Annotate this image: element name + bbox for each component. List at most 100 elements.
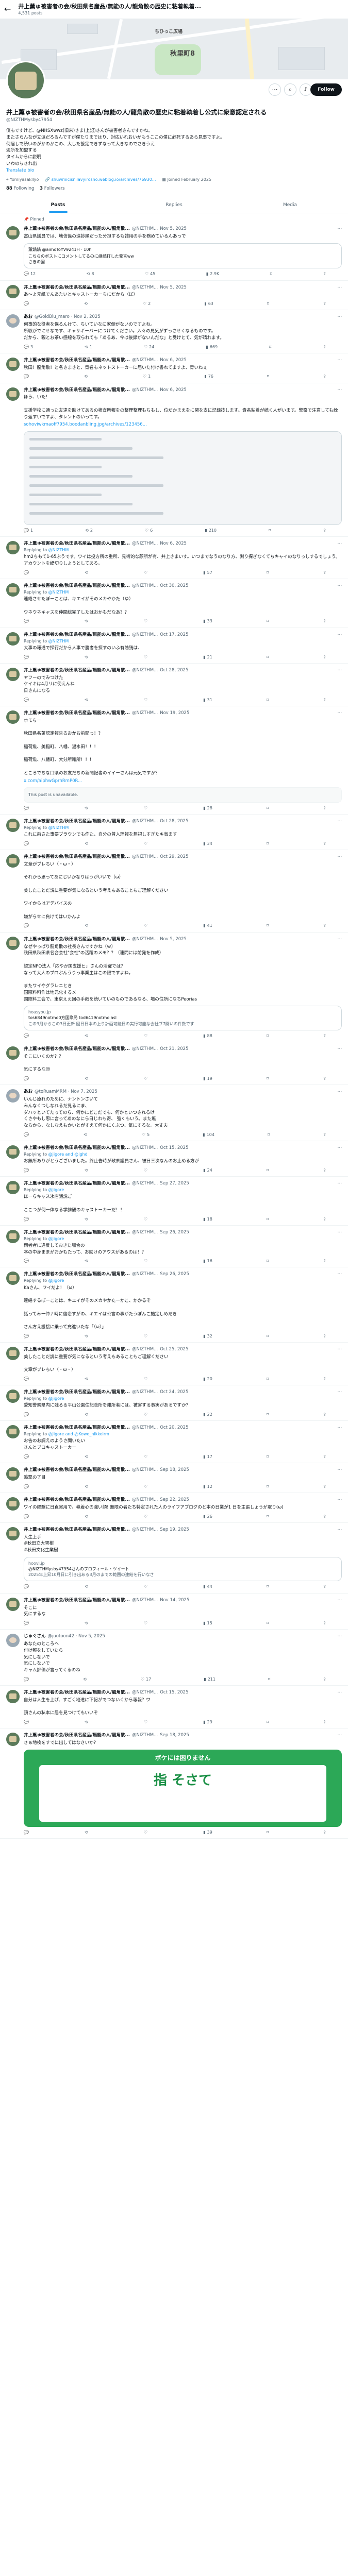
tweet[interactable]: 井上薫ゅ被害者の会/秋田県名産品/無能の人/龍角散... @NIZTHM... Oc… bbox=[0, 579, 348, 628]
tweet[interactable]: 井上薫ゅ被害者の会/秋田県名産品/無能の人/龍角散... @NIZTHM... No… bbox=[0, 353, 348, 383]
more-icon[interactable]: ⋯ bbox=[338, 819, 342, 825]
avatar[interactable] bbox=[6, 1690, 20, 1704]
tweet-author-name[interactable]: 井上薫ゅ被害者の会/秋田県名産品/無能の人/龍角散... bbox=[24, 1425, 130, 1431]
avatar[interactable] bbox=[6, 1389, 20, 1403]
tweet-timestamp[interactable]: Nov 5, 2025 bbox=[160, 285, 187, 291]
avatar[interactable] bbox=[6, 1089, 20, 1103]
views-button[interactable]: ▮ 17 bbox=[203, 1454, 212, 1460]
like-button[interactable]: ♡ 17 bbox=[141, 1676, 151, 1682]
tweet-author-name[interactable]: 井上薫ゅ被害者の会/秋田県名産品/無能の人/龍角散... bbox=[24, 937, 130, 943]
tweet-author-name[interactable]: 井上薫ゅ被害者の会/秋田県名産品/無能の人/龍角散... bbox=[24, 583, 130, 589]
reply-to-handle[interactable]: @NIZTHM bbox=[48, 639, 69, 643]
tweet-timestamp[interactable]: Nov 6, 2025 bbox=[160, 358, 187, 364]
tweet-author-name[interactable]: 井上薫ゅ被害者の会/秋田県名産品/無能の人/龍角散... bbox=[24, 1467, 130, 1473]
tweet[interactable]: じゅぐさん @juotoon42 · Nov 5, 2025 ⋯ あなたのところへ 付… bbox=[0, 1630, 348, 1686]
reply-button[interactable]: 💬 bbox=[24, 1216, 30, 1222]
repost-button[interactable]: ⟲ bbox=[85, 1376, 90, 1382]
reply-to-handle[interactable]: @jigore bbox=[48, 1396, 64, 1401]
reply-to-handle[interactable]: @NIZTHM bbox=[48, 590, 69, 595]
avatar[interactable] bbox=[6, 1346, 20, 1360]
more-icon[interactable]: ⋯ bbox=[338, 358, 342, 364]
bookmark-icon[interactable]: ⌑ bbox=[267, 1258, 269, 1264]
reply-button[interactable]: 💬 1 bbox=[24, 528, 33, 533]
more-icon[interactable]: ⋯ bbox=[338, 1497, 342, 1503]
tweet-author-name[interactable]: 井上薫ゅ被害者の会/秋田県名産品/無能の人/龍角散... bbox=[24, 1598, 130, 1604]
avatar[interactable] bbox=[6, 1497, 20, 1511]
more-icon[interactable]: ⋯ bbox=[338, 1598, 342, 1604]
tweet-timestamp[interactable]: Oct 17, 2025 bbox=[160, 632, 188, 638]
more-icon[interactable]: ⋯ bbox=[338, 632, 342, 638]
tweet[interactable]: 井上薫ゅ被害者の会/秋田県名産品/無能の人/龍角散... @NIZTHM... Oc… bbox=[0, 1042, 348, 1086]
avatar[interactable] bbox=[6, 284, 20, 298]
tweet-author-name[interactable]: 井上薫ゅ被害者の会/秋田県名産品/無能の人/龍角散... bbox=[24, 1347, 130, 1353]
more-icon[interactable]: ⋯ bbox=[338, 1425, 342, 1431]
tweet[interactable]: 井上薫ゅ被害者の会/秋田県名産品/無能の人/龍角散... @NIZTHM... No… bbox=[0, 1594, 348, 1630]
tweet-author-handle[interactable]: @NIZTHM... bbox=[132, 583, 158, 589]
followers-link[interactable]: 3 Followers bbox=[40, 186, 64, 191]
tweet-author-handle[interactable]: @NIZTHM... bbox=[132, 668, 158, 674]
tweet-timestamp[interactable]: Sep 19, 2025 bbox=[160, 1527, 189, 1533]
bookmark-icon[interactable]: ⌑ bbox=[267, 1333, 269, 1339]
tweet-author-handle[interactable]: @NIZTHM... bbox=[132, 226, 158, 232]
tweet-timestamp[interactable]: Oct 21, 2025 bbox=[160, 1046, 188, 1053]
tweet-timestamp[interactable]: Oct 29, 2025 bbox=[160, 854, 188, 860]
more-icon[interactable]: ⋯ bbox=[269, 83, 281, 96]
avatar[interactable] bbox=[6, 710, 20, 724]
repost-button[interactable]: ⟲ bbox=[85, 805, 90, 811]
tweet-author-handle[interactable]: @NIZTHM... bbox=[132, 1467, 158, 1473]
like-button[interactable]: ♡ bbox=[144, 1514, 149, 1519]
like-button[interactable]: ♡ bbox=[144, 1076, 149, 1081]
like-button[interactable]: ♡ bbox=[144, 923, 149, 928]
avatar[interactable] bbox=[6, 936, 20, 950]
share-icon[interactable]: ⇪ bbox=[323, 1076, 326, 1081]
tweet[interactable]: 井上薫ゅ被害者の会/秋田県名産品/無能の人/龍角散... @NIZTHM... Se… bbox=[0, 1226, 348, 1268]
share-icon[interactable]: ⇪ bbox=[323, 1584, 326, 1589]
repost-button[interactable]: ⟲ bbox=[85, 1514, 90, 1519]
tweet-timestamp[interactable]: Nov 5, 2025 bbox=[160, 937, 187, 943]
repost-button[interactable]: ⟲ 2 bbox=[85, 528, 93, 533]
reply-button[interactable]: 💬 bbox=[24, 1076, 30, 1081]
bookmark-icon[interactable]: ⌑ bbox=[269, 344, 271, 350]
repost-button[interactable]: ⟲ bbox=[84, 374, 89, 379]
avatar[interactable] bbox=[6, 1527, 20, 1540]
views-button[interactable]: ▮ 104 bbox=[203, 1132, 214, 1138]
share-icon[interactable]: ⇪ bbox=[323, 1033, 326, 1039]
bookmark-icon[interactable]: ⌑ bbox=[267, 1514, 269, 1519]
bookmark-icon[interactable]: ⌑ bbox=[267, 1620, 269, 1626]
bookmark-icon[interactable]: ⌑ bbox=[267, 1584, 269, 1589]
avatar[interactable] bbox=[6, 583, 20, 597]
avatar[interactable] bbox=[6, 1634, 20, 1648]
views-button[interactable]: ▮ 57 bbox=[203, 570, 212, 575]
tweet[interactable]: 井上薫ゅ被害者の会/秋田県名産品/無能の人/龍角散... @NIZTHM... Se… bbox=[0, 1728, 348, 1839]
views-button[interactable]: ▮ 12 bbox=[203, 1484, 212, 1489]
like-button[interactable]: ♡ 2 bbox=[143, 301, 151, 307]
like-button[interactable]: ♡ bbox=[144, 1412, 149, 1417]
bookmark-icon[interactable]: ⌑ bbox=[267, 697, 269, 703]
tweet-author-handle[interactable]: @NIZTHM... bbox=[132, 819, 158, 825]
more-icon[interactable]: ⋯ bbox=[338, 854, 342, 860]
like-button[interactable]: ♡ bbox=[144, 841, 149, 846]
tweet-author-handle[interactable]: @NIZTHM... bbox=[132, 541, 158, 547]
views-button[interactable]: ▮ 16 bbox=[203, 1258, 212, 1264]
views-button[interactable]: ▮ 31 bbox=[203, 697, 212, 703]
reply-to-handle[interactable]: @jigore and @Kowo_nikkeirm bbox=[48, 1432, 109, 1436]
reply-to-handle[interactable]: @NIZTHM bbox=[48, 548, 69, 552]
tweet[interactable]: あお @toRuamMRM · Nov 7, 2025 ⋯ いんじ療れのために、ナント… bbox=[0, 1085, 348, 1142]
like-button[interactable]: ♡ bbox=[144, 697, 149, 703]
views-button[interactable]: ▮ 44 bbox=[203, 1584, 212, 1589]
tweet-author-name[interactable]: 井上薫ゅ被害者の会/秋田県名産品/無能の人/龍角散... bbox=[24, 285, 130, 291]
bookmark-icon[interactable]: ⌑ bbox=[267, 805, 269, 811]
tweet-author-name[interactable]: 井上薫ゅ被害者の会/秋田県名産品/無能の人/龍角散... bbox=[24, 1272, 130, 1278]
tweet-author-name[interactable]: 井上薫ゅ被害者の会/秋田県名産品/無能の人/龍角散... bbox=[24, 1527, 130, 1533]
like-button[interactable]: ♡ 5 bbox=[142, 1132, 150, 1138]
share-icon[interactable]: ⇪ bbox=[323, 1258, 326, 1264]
more-icon[interactable]: ⋯ bbox=[338, 387, 342, 394]
share-icon[interactable]: ⇪ bbox=[323, 923, 326, 928]
views-button[interactable]: ▮ 22 bbox=[203, 1412, 212, 1417]
like-button[interactable]: ♡ bbox=[144, 570, 149, 575]
avatar[interactable] bbox=[6, 1425, 20, 1439]
like-button[interactable]: ♡ bbox=[144, 618, 149, 624]
tweet-timestamp[interactable]: Oct 28, 2025 bbox=[160, 668, 188, 674]
more-icon[interactable]: ⋯ bbox=[338, 1690, 342, 1696]
share-icon[interactable]: ⇪ bbox=[323, 1132, 326, 1138]
